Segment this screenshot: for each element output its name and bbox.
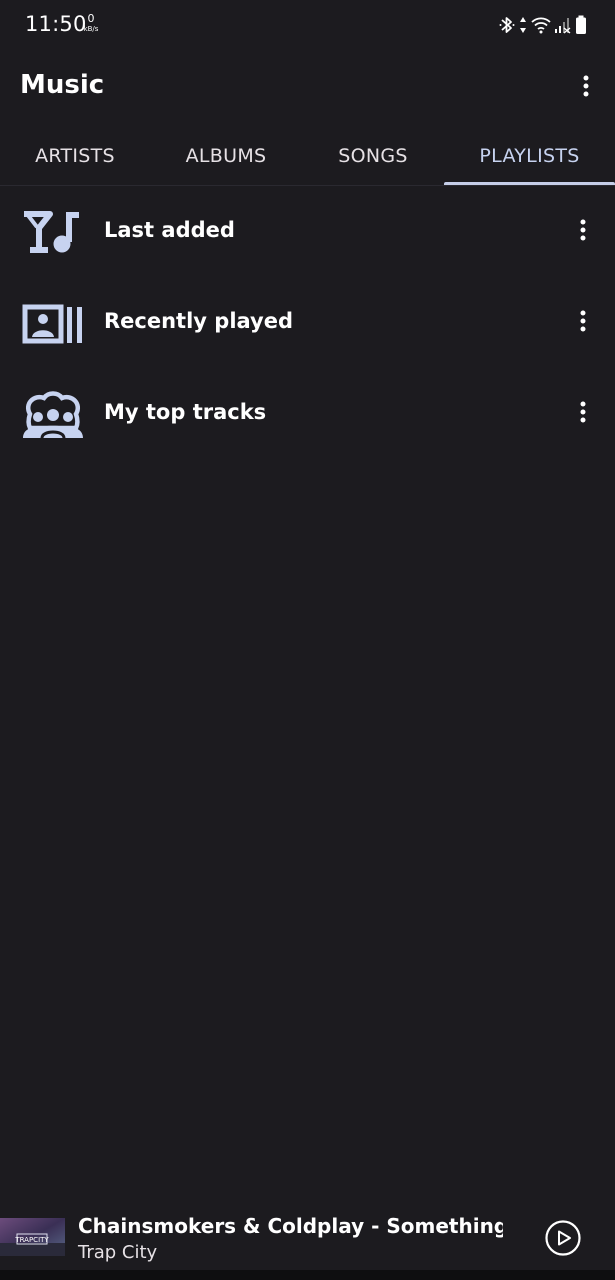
app-overflow-menu-button[interactable]	[566, 66, 606, 106]
tab-playlists[interactable]: PLAYLISTS	[444, 128, 615, 184]
more-vert-icon	[580, 219, 586, 241]
system-navigation-bar	[0, 1270, 615, 1280]
net-speed-unit: kB/s	[83, 25, 99, 33]
play-icon	[558, 1230, 571, 1246]
playlist-label: My top tracks	[104, 400, 267, 424]
status-time: 11:50	[25, 12, 87, 36]
album-art: TRAPCITY	[0, 1218, 65, 1256]
now-playing-artist: Trap City	[78, 1242, 158, 1263]
bluetooth-icon	[499, 17, 515, 33]
more-vert-icon	[583, 75, 589, 97]
group-icon	[23, 391, 83, 439]
net-speed-value: 0	[87, 12, 95, 25]
playlist-more-button[interactable]	[563, 210, 603, 250]
playlist-more-button[interactable]	[563, 392, 603, 432]
playlist-add-music-icon	[24, 211, 79, 253]
tab-artists[interactable]: ARTISTS	[0, 128, 150, 184]
playlist-label: Recently played	[104, 309, 294, 333]
tab-albums[interactable]: ALBUMS	[150, 128, 302, 184]
recent-history-icon	[22, 304, 82, 344]
now-playing-title: Chainsmokers & Coldplay - Something Just…	[78, 1214, 503, 1238]
playlist-label: Last added	[104, 218, 235, 242]
playlist-more-button[interactable]	[563, 301, 603, 341]
album-art-text: TRAPCITY	[14, 1236, 49, 1244]
music-screen: 11:50 0 kB/s Music ARTISTS ALBUMS SONGS …	[0, 0, 615, 1280]
playlist-item-recently-played[interactable]: Recently played	[0, 277, 615, 367]
net-speed-indicator: 0 kB/s	[80, 12, 102, 34]
tab-songs[interactable]: SONGS	[302, 128, 444, 184]
more-vert-icon	[580, 310, 586, 332]
tab-bar: ARTISTS ALBUMS SONGS PLAYLISTS	[0, 128, 615, 186]
wifi-icon	[531, 17, 551, 34]
battery-icon	[576, 15, 586, 34]
status-icons	[499, 14, 587, 36]
playlist-item-last-added[interactable]: Last added	[0, 186, 615, 276]
app-title: Music	[20, 70, 105, 100]
signal-icon	[555, 18, 571, 34]
more-vert-icon	[580, 401, 586, 423]
data-arrows-icon	[520, 17, 526, 33]
status-bar: 11:50 0 kB/s	[0, 0, 615, 52]
playlist-item-my-top-tracks[interactable]: My top tracks	[0, 368, 615, 458]
mini-player[interactable]: TRAPCITY Chainsmokers & Coldplay - Somet…	[0, 1204, 615, 1270]
play-button[interactable]	[544, 1219, 582, 1257]
